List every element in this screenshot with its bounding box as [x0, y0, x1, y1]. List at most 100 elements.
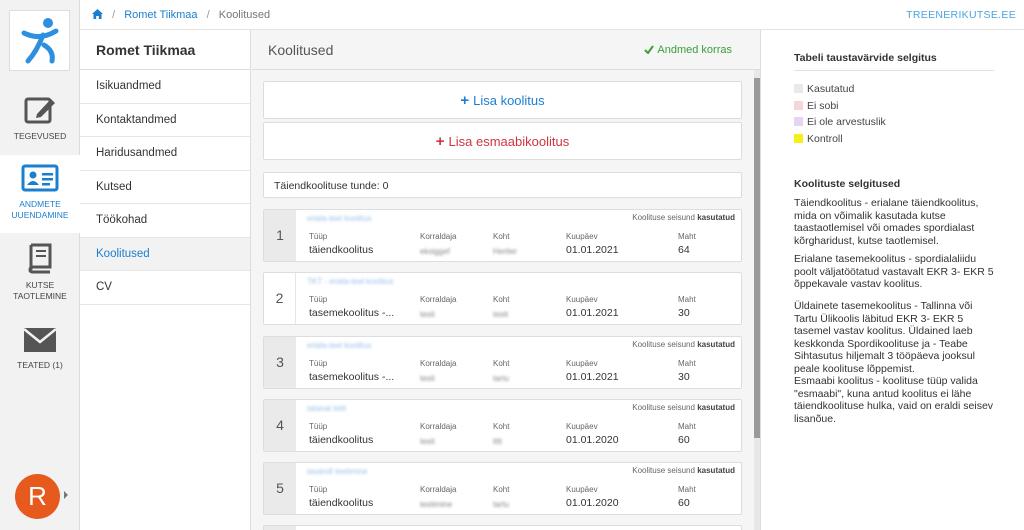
training-name[interactable]: TKT - eriala-teel koolitus	[307, 277, 394, 286]
training-name[interactable]: tatanal tetit	[307, 404, 346, 413]
breadcrumb: / Romet Tiikmaa / Koolitused	[92, 9, 270, 21]
training-organizer: tesit	[420, 374, 435, 383]
top-bar: / Romet Tiikmaa / Koolitused TREENERIKUT…	[80, 0, 1024, 30]
training-volume: 30	[678, 371, 690, 383]
training-state: Koolituse seisund kasutatud	[632, 340, 735, 349]
breadcrumb-person-link[interactable]: Romet Tiikmaa	[124, 9, 197, 21]
submenu-item-isikuandmed[interactable]: Isikuandmed	[80, 70, 250, 104]
add-first-aid-button[interactable]: + Lisa esmaabikoolitus	[263, 122, 742, 160]
training-type: täiendkoolitus	[309, 497, 374, 509]
training-hours-summary: Täiendkoolituse tunde: 0	[263, 172, 742, 198]
mail-icon	[23, 328, 57, 352]
status-text: Andmed korras	[657, 44, 732, 56]
col-label-volume: Maht	[678, 485, 696, 494]
col-label-place: Koht	[493, 485, 510, 494]
explain-paragraph: Üldainete tasemekoolitus - Tallinna või …	[794, 300, 975, 375]
col-label-organizer: Korraldaja	[420, 359, 457, 368]
add-training-button[interactable]: + Lisa koolitus	[263, 81, 742, 119]
submenu-item-kontaktandmed[interactable]: Kontaktandmed	[80, 104, 250, 137]
legend-item-kontroll: Kontroll	[794, 133, 843, 145]
training-date: 01.01.2020	[566, 434, 619, 446]
col-label-volume: Maht	[678, 422, 696, 431]
col-label-date: Kuupäev	[566, 359, 598, 368]
training-type: täiendkoolitus	[309, 434, 374, 446]
rail-item-kutse-taotlemine[interactable]: KUTSE TAOTLEMINE	[0, 242, 80, 302]
rail-item-tegevused[interactable]: TEGEVUSED	[0, 95, 80, 142]
training-place: testt	[493, 310, 509, 319]
explain-title: Koolituste selgitused	[794, 178, 901, 190]
plus-icon: +	[435, 133, 445, 150]
legend-title: Tabeli taustavärvide selgitus	[794, 52, 937, 64]
training-number: 4	[264, 400, 296, 451]
rail-item-andmete-uuendamine[interactable]: ANDMETE UUENDAMINE	[0, 155, 80, 233]
training-card[interactable]: 1 eriala-teel koolitus Koolituse seisund…	[263, 209, 742, 262]
add-training-label: Lisa koolitus	[473, 93, 545, 108]
training-number	[264, 526, 296, 530]
training-number: 1	[264, 210, 296, 261]
check-icon	[644, 45, 655, 54]
submenu-item-cv[interactable]: CV	[80, 271, 250, 305]
training-organizer: eksiggef	[420, 247, 450, 256]
training-type: tasemekoolitus -...	[309, 371, 395, 383]
explain-paragraph: Erialane tasemekoolitus - spordialaliidu…	[794, 253, 994, 290]
training-card[interactable]: 5 tasandl teetimine Koolituse seisund ka…	[263, 462, 742, 515]
explain-paragraph: Täiendkoolitus - erialane täiendkoolitus…	[794, 197, 979, 247]
training-organizer: testimine	[420, 500, 453, 509]
submenu-item-kutsed[interactable]: Kutsed	[80, 171, 250, 204]
training-volume: 64	[678, 244, 690, 256]
training-volume: 60	[678, 434, 690, 446]
rail-item-label: TEATED (1)	[17, 360, 63, 370]
help-panel: Tabeli taustavärvide selgitus Kasutatud …	[760, 30, 1024, 530]
training-volume: 60	[678, 497, 690, 509]
training-place: tttt	[493, 437, 502, 446]
home-icon[interactable]	[92, 9, 103, 19]
training-card[interactable]: 2 TKT - eriala-teel koolitus Tüüp Korral…	[263, 272, 742, 325]
col-label-organizer: Korraldaja	[420, 295, 457, 304]
chevron-right-icon[interactable]	[64, 491, 68, 499]
submenu-title: Romet Tiikmaa	[80, 30, 250, 70]
user-avatar[interactable]: R	[15, 474, 60, 519]
training-date: 01.01.2021	[566, 371, 619, 383]
training-card[interactable]: 3 eriala-teel koolitus Koolituse seisund…	[263, 336, 742, 389]
training-number: 5	[264, 463, 296, 514]
rail-item-teated[interactable]: TEATED (1)	[0, 326, 80, 371]
legend-swatch	[794, 117, 803, 126]
training-organizer: tesit	[420, 310, 435, 319]
logo-figure-icon	[21, 18, 59, 64]
id-card-icon	[21, 164, 59, 192]
explain-paragraph: Esmaabi koolitus - koolituse tüüp valida…	[794, 375, 994, 425]
training-number: 3	[264, 337, 296, 388]
divider	[794, 70, 994, 71]
col-label-place: Koht	[493, 359, 510, 368]
training-card-partial[interactable]	[263, 525, 742, 530]
col-label-organizer: Korraldaja	[420, 422, 457, 431]
submenu-item-tookohad[interactable]: Töökohad	[80, 204, 250, 238]
col-label-date: Kuupäev	[566, 422, 598, 431]
training-name[interactable]: eriala-teel koolitus	[307, 341, 371, 350]
col-label-date: Kuupäev	[566, 232, 598, 241]
main-panel: Koolitused Andmed korras + Lisa koolitus …	[252, 30, 760, 530]
brand-link[interactable]: TREENERIKUTSE.EE	[906, 9, 1016, 21]
col-label-place: Koht	[493, 295, 510, 304]
icon-rail: TEGEVUSED ANDMETE UUENDAMINE KUTSE TAOTL…	[0, 0, 80, 530]
add-first-aid-label: Lisa esmaabikoolitus	[448, 134, 570, 149]
app-logo[interactable]	[9, 10, 70, 71]
col-label-type: Tüüp	[309, 485, 328, 494]
edit-icon	[24, 97, 55, 124]
submenu-item-haridusandmed[interactable]: Haridusandmed	[80, 137, 250, 171]
col-label-type: Tüüp	[309, 295, 328, 304]
training-card[interactable]: 4 tatanal tetit Koolituse seisund kasuta…	[263, 399, 742, 452]
col-label-place: Koht	[493, 422, 510, 431]
submenu-item-koolitused[interactable]: Koolitused	[80, 237, 250, 271]
submenu: Romet Tiikmaa Isikuandmed Kontaktandmed …	[80, 30, 251, 530]
training-state: Koolituse seisund kasutatud	[632, 213, 735, 222]
legend-item-kasutatud: Kasutatud	[794, 83, 854, 95]
col-label-date: Kuupäev	[566, 295, 598, 304]
col-label-type: Tüüp	[309, 359, 328, 368]
breadcrumb-current: Koolitused	[218, 9, 271, 21]
rail-item-label: TEGEVUSED	[13, 131, 67, 141]
training-place: tartu	[493, 500, 510, 509]
training-name[interactable]: eriala-teel koolitus	[307, 214, 371, 223]
training-name[interactable]: tasandl teetimine	[307, 467, 367, 476]
col-label-volume: Maht	[678, 295, 696, 304]
